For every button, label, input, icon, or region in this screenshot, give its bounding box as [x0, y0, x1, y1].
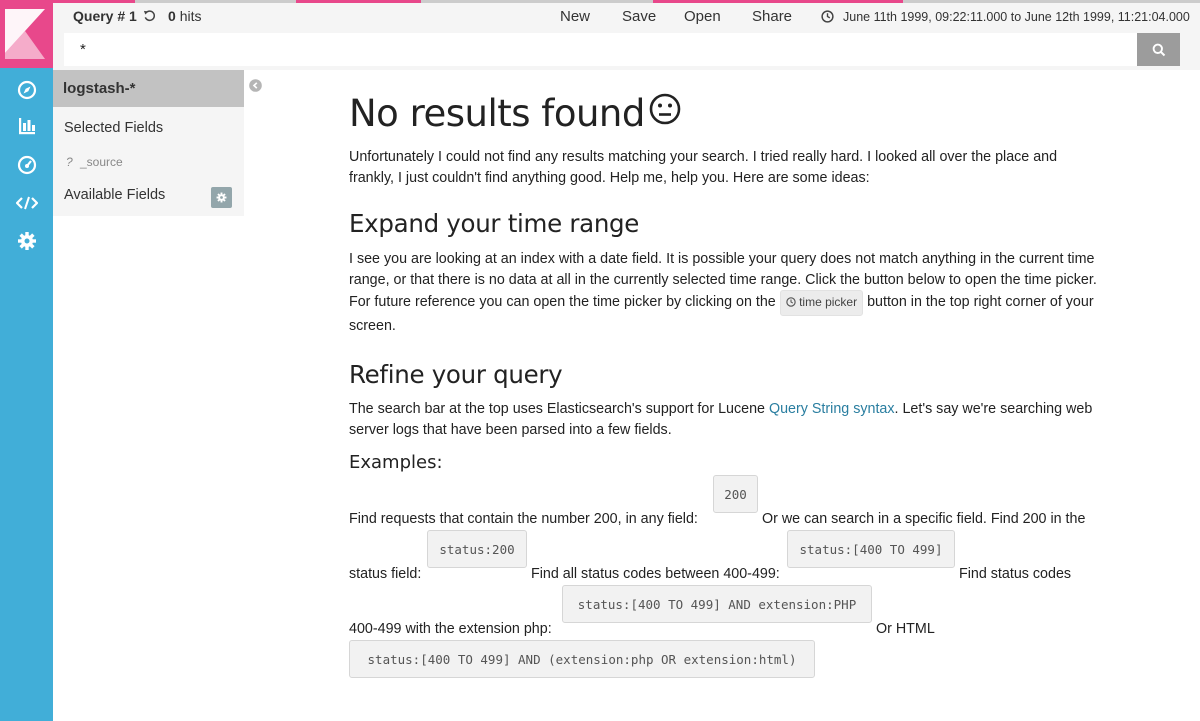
- hits-count: 0 hits: [168, 8, 202, 24]
- field-sidebar: logstash-* Selected Fields ? _source Ava…: [53, 70, 244, 216]
- example-text: Or we can search in a specific field. Fi…: [762, 511, 1086, 527]
- examples-heading: Examples:: [349, 452, 443, 473]
- clock-icon: [786, 297, 796, 307]
- save-button[interactable]: Save: [622, 8, 656, 25]
- intro-text: Unfortunately I could not find any resul…: [349, 149, 1058, 186]
- clock-icon: [821, 10, 835, 24]
- time-range-text: I see you are looking at an index with a…: [349, 251, 1097, 334]
- gauge-icon[interactable]: [16, 154, 38, 176]
- source-field[interactable]: _source: [80, 155, 123, 169]
- example-code: status:[400 TO 499] AND extension:PHP: [562, 585, 872, 623]
- query-string-syntax-link[interactable]: Query String syntax: [769, 401, 895, 417]
- index-pattern-header[interactable]: logstash-*: [53, 70, 244, 107]
- open-button[interactable]: Open: [684, 8, 721, 25]
- example-text: Find all status codes between 400-499:: [531, 566, 780, 582]
- example-text: status field:: [349, 566, 422, 582]
- query-title: Query # 1: [73, 8, 137, 24]
- bar-chart-icon[interactable]: [16, 115, 38, 137]
- share-button[interactable]: Share: [752, 8, 792, 25]
- collapse-sidebar-icon[interactable]: [249, 79, 262, 92]
- reset-query-icon[interactable]: [143, 9, 157, 23]
- code-icon[interactable]: [16, 192, 38, 214]
- sad-face-icon: [649, 89, 681, 137]
- selected-fields-label: Selected Fields: [64, 120, 164, 136]
- new-button[interactable]: New: [560, 8, 590, 25]
- field-settings-button[interactable]: [211, 187, 232, 208]
- kibana-logo[interactable]: [0, 0, 53, 68]
- time-range-picker[interactable]: June 11th 1999, 09:22:11.000 to June 12t…: [843, 10, 1190, 24]
- search-icon: [1152, 43, 1165, 56]
- search-button[interactable]: [1137, 33, 1180, 66]
- left-nav: [0, 0, 53, 721]
- field-type-unknown-icon: ?: [66, 155, 73, 169]
- search-input[interactable]: [64, 33, 1137, 66]
- no-results-panel: No results found Unfortunately I could n…: [349, 90, 1099, 473]
- time-picker-chip[interactable]: time picker: [779, 290, 864, 316]
- top-bar: Query # 1 0 hits New Save Open Share Jun…: [53, 3, 1200, 31]
- search-bar: [53, 31, 1200, 70]
- example-text: Find requests that contain the number 20…: [349, 511, 698, 527]
- available-fields-label: Available Fields: [64, 187, 166, 203]
- gear-icon[interactable]: [16, 230, 38, 252]
- index-pattern-name: logstash-*: [63, 80, 136, 97]
- example-code: 200: [713, 475, 758, 513]
- time-range-heading: Expand your time range: [349, 209, 640, 238]
- example-text: Or HTML: [876, 621, 935, 637]
- example-text: Find status codes: [959, 566, 1072, 582]
- compass-icon[interactable]: [16, 79, 38, 101]
- example-code: status:[400 TO 499]: [787, 530, 955, 568]
- gear-icon: [216, 192, 227, 203]
- example-code: status:[400 TO 499] AND (extension:php O…: [349, 640, 815, 678]
- refine-query-text: The search bar at the top uses Elasticse…: [349, 401, 1093, 438]
- example-code: status:200: [427, 530, 527, 568]
- refine-query-heading: Refine your query: [349, 360, 563, 389]
- page-title: No results found: [349, 90, 1099, 138]
- example-text: 400-499 with the extension php:: [349, 621, 552, 637]
